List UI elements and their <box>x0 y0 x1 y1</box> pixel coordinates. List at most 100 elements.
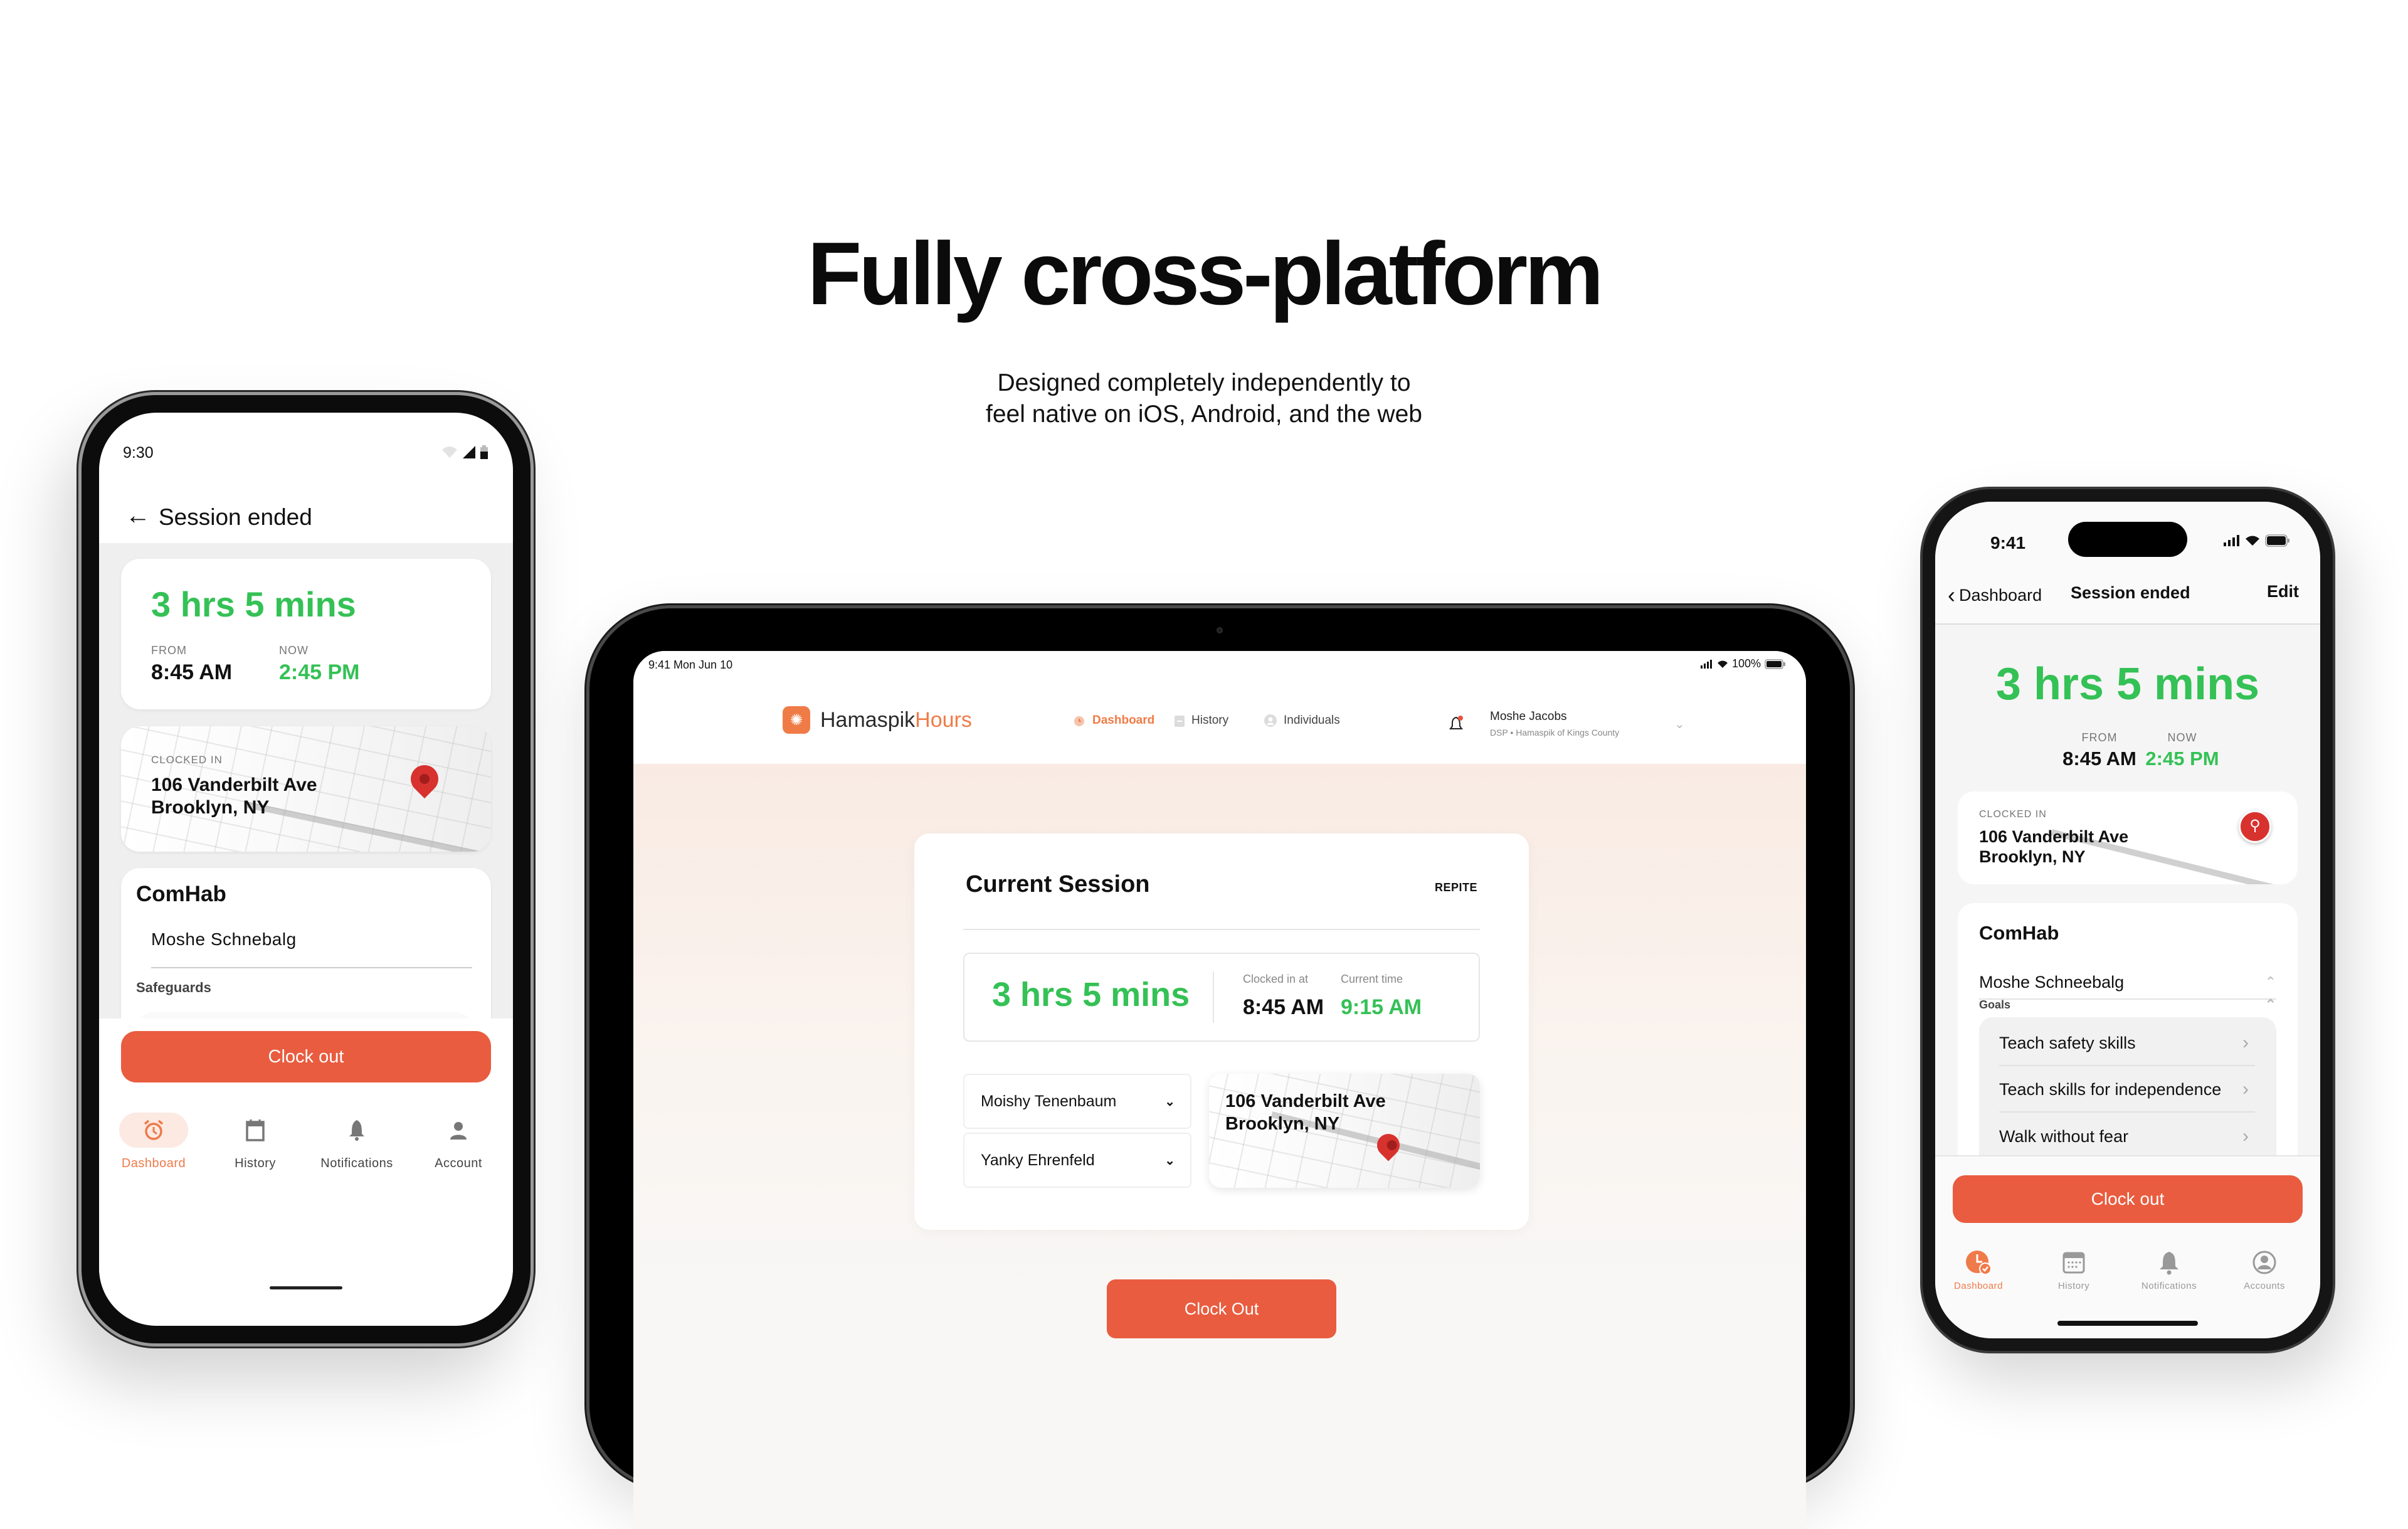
address: 106 Vanderbilt Ave Brooklyn, NY <box>1979 827 2128 867</box>
select-value: Yanky Ehrenfeld <box>981 1151 1095 1169</box>
nav-tab-account[interactable]: Account <box>411 1113 505 1171</box>
back-arrow-icon[interactable]: ← <box>125 502 150 530</box>
hero-subtitle-line-1: Designed completely independently to <box>997 369 1411 396</box>
location-map-card[interactable]: 106 Vanderbilt Ave Brooklyn, NY <box>1209 1074 1480 1188</box>
current-time-value: 9:15 AM <box>1341 995 1422 1019</box>
edit-button[interactable]: Edit <box>2267 582 2299 601</box>
now-value: 2:45 PM <box>279 660 360 684</box>
nav-label: Individuals <box>1284 714 1340 727</box>
nav-tab-label: Notifications <box>320 1156 393 1170</box>
clock-out-button[interactable]: Clock out <box>121 1031 491 1082</box>
service-type-tag: REPITE <box>1434 881 1477 894</box>
brand-primary: Hamaspik <box>820 708 916 732</box>
battery-icon <box>1765 659 1785 669</box>
status-time: 9:41 <box>1990 533 2026 553</box>
session-duration: 3 hrs 5 mins <box>151 585 356 624</box>
tab-label: History <box>2057 1281 2090 1291</box>
nav-tab-dashboard[interactable]: Dashboard <box>107 1113 201 1171</box>
clock-out-button[interactable]: Clock out <box>1953 1175 2303 1223</box>
tablet-mockup: 9:41 Mon Jun 10 100% ✺ HamaspikHours Das… <box>589 608 1850 1529</box>
nav-tab-history[interactable]: History <box>208 1113 302 1171</box>
individual-select-2[interactable]: Yanky Ehrenfeld ⌄ <box>963 1133 1191 1188</box>
user-menu[interactable]: Moshe Jacobs DSP • Hamaspik of Kings Cou… <box>1490 710 1619 738</box>
list-item[interactable]: Teach skills for independence › <box>1999 1067 2255 1113</box>
iphone-status-bar: 9:41 <box>1935 502 2320 564</box>
clock-out-button[interactable]: Clock Out <box>1107 1279 1336 1338</box>
address-line-1: 106 Vanderbilt Ave <box>1979 827 2129 846</box>
tab-dashboard[interactable]: Dashboard <box>1935 1249 2025 1291</box>
chevron-down-icon: ⌄ <box>1164 1153 1175 1168</box>
clock-check-icon <box>1935 1249 2025 1276</box>
android-screen: 9:30 ← Session ended 3 hrs 5 mins FROM 8… <box>99 413 513 1326</box>
brand-accent: Hours <box>915 708 972 732</box>
home-indicator[interactable] <box>2057 1321 2198 1326</box>
nav-individuals[interactable]: Individuals <box>1264 714 1340 727</box>
session-duration: 3 hrs 5 mins <box>1995 659 2260 709</box>
wifi-icon <box>442 447 457 458</box>
divider <box>963 929 1480 930</box>
gesture-handle[interactable] <box>270 1286 342 1289</box>
tablet-status-bar: 9:41 Mon Jun 10 100% <box>633 651 1806 676</box>
clocked-in-location-card[interactable]: CLOCKED IN 106 Vanderbilt Ave Brooklyn, … <box>121 726 491 852</box>
status-time: 9:41 Mon Jun 10 <box>648 659 733 671</box>
address: 106 Vanderbilt Ave Brooklyn, NY <box>151 774 317 819</box>
brand-name[interactable]: HamaspikHours <box>820 708 972 733</box>
clocked-in-location-card[interactable]: ⚲ CLOCKED IN 106 Vanderbilt Ave Brooklyn… <box>1958 791 2298 884</box>
tab-notifications[interactable]: Notifications <box>2122 1249 2216 1291</box>
program-title: ComHab <box>1979 922 2059 944</box>
logo-icon[interactable]: ✺ <box>783 706 810 734</box>
iphone-nav-bar: ‹ Dashboard Session ended Edit <box>1935 564 2320 625</box>
person-circle-icon <box>2217 1249 2311 1276</box>
nav-tab-notifications[interactable]: Notifications <box>310 1113 404 1171</box>
list-item[interactable]: Teach safety skills › <box>1999 1021 2255 1066</box>
session-duration: 3 hrs 5 mins <box>992 976 1190 1013</box>
chevron-down-icon: ⌄ <box>1164 1094 1175 1109</box>
goals-row[interactable]: Goals ⌃ <box>1979 991 2276 1018</box>
status-time: 9:30 <box>123 444 154 462</box>
chevron-up-icon: ⌃ <box>2264 974 2276 990</box>
android-bottom-area: Clock out Dashboard History Notification… <box>99 1018 513 1326</box>
session-summary-card: 3 hrs 5 mins FROM 8:45 AM NOW 2:45 PM <box>121 559 491 709</box>
android-status-bar: 9:30 <box>99 413 513 487</box>
card-title: Current Session <box>966 871 1150 897</box>
goals-heading: Goals <box>1979 998 2011 1011</box>
notifications-bell[interactable] <box>1449 715 1465 736</box>
nav-dashboard[interactable]: Dashboard <box>1072 714 1154 727</box>
individual-select-1[interactable]: Moishy Tenenbaum ⌄ <box>963 1074 1191 1129</box>
chevron-down-icon[interactable]: ⌄ <box>1674 716 1685 732</box>
iphone-screen: 9:41 ‹ Dashboard Session ended Edit 3 hr… <box>1935 502 2320 1338</box>
signal-icon <box>1700 659 1712 669</box>
back-button[interactable]: ‹ Dashboard <box>1948 582 2042 608</box>
clocked-in-label: CLOCKED IN <box>151 754 223 766</box>
address-line-1: 106 Vanderbilt Ave <box>151 775 317 795</box>
list-item[interactable]: Walk without fear › <box>1999 1114 2255 1159</box>
user-name: Moshe Jacobs <box>1490 710 1567 723</box>
person-circle-icon <box>1264 714 1277 727</box>
nav-tab-label: Dashboard <box>121 1156 186 1170</box>
tab-label: Dashboard <box>1954 1281 2003 1291</box>
tablet-header: ✺ HamaspikHours Dashboard History Indivi… <box>633 676 1806 764</box>
alarm-clock-icon <box>119 1113 188 1148</box>
wifi-icon <box>2246 536 2259 546</box>
nav-history[interactable]: History <box>1174 714 1228 727</box>
bell-icon <box>1449 716 1463 729</box>
individual-name: Moshe Schneebalg <box>1979 972 2125 992</box>
person-icon <box>424 1113 493 1148</box>
clocked-in-label: CLOCKED IN <box>1979 809 2047 820</box>
now-label: NOW <box>2167 731 2197 744</box>
tab-history[interactable]: History <box>2027 1249 2121 1291</box>
chevron-right-icon: › <box>2242 1126 2249 1146</box>
address-line-1: 106 Vanderbilt Ave <box>1225 1091 1386 1111</box>
address: 106 Vanderbilt Ave Brooklyn, NY <box>1225 1090 1386 1135</box>
program-title: ComHab <box>136 882 226 906</box>
address-line-2: Brooklyn, NY <box>1225 1114 1340 1134</box>
bell-icon <box>2122 1249 2216 1276</box>
current-session-card: Current Session REPITE 3 hrs 5 mins Cloc… <box>914 833 1529 1230</box>
tab-accounts[interactable]: Accounts <box>2217 1249 2311 1291</box>
android-bottom-navigation: Dashboard History Notifications Account <box>99 1113 513 1188</box>
list-item-label: Teach skills for independence <box>1999 1079 2222 1099</box>
chevron-left-icon: ‹ <box>1948 582 1955 608</box>
individual-row[interactable]: Moshe Schnebalg <box>151 924 472 968</box>
alarm-clock-icon <box>1074 716 1084 726</box>
nav-label: History <box>1191 714 1229 727</box>
